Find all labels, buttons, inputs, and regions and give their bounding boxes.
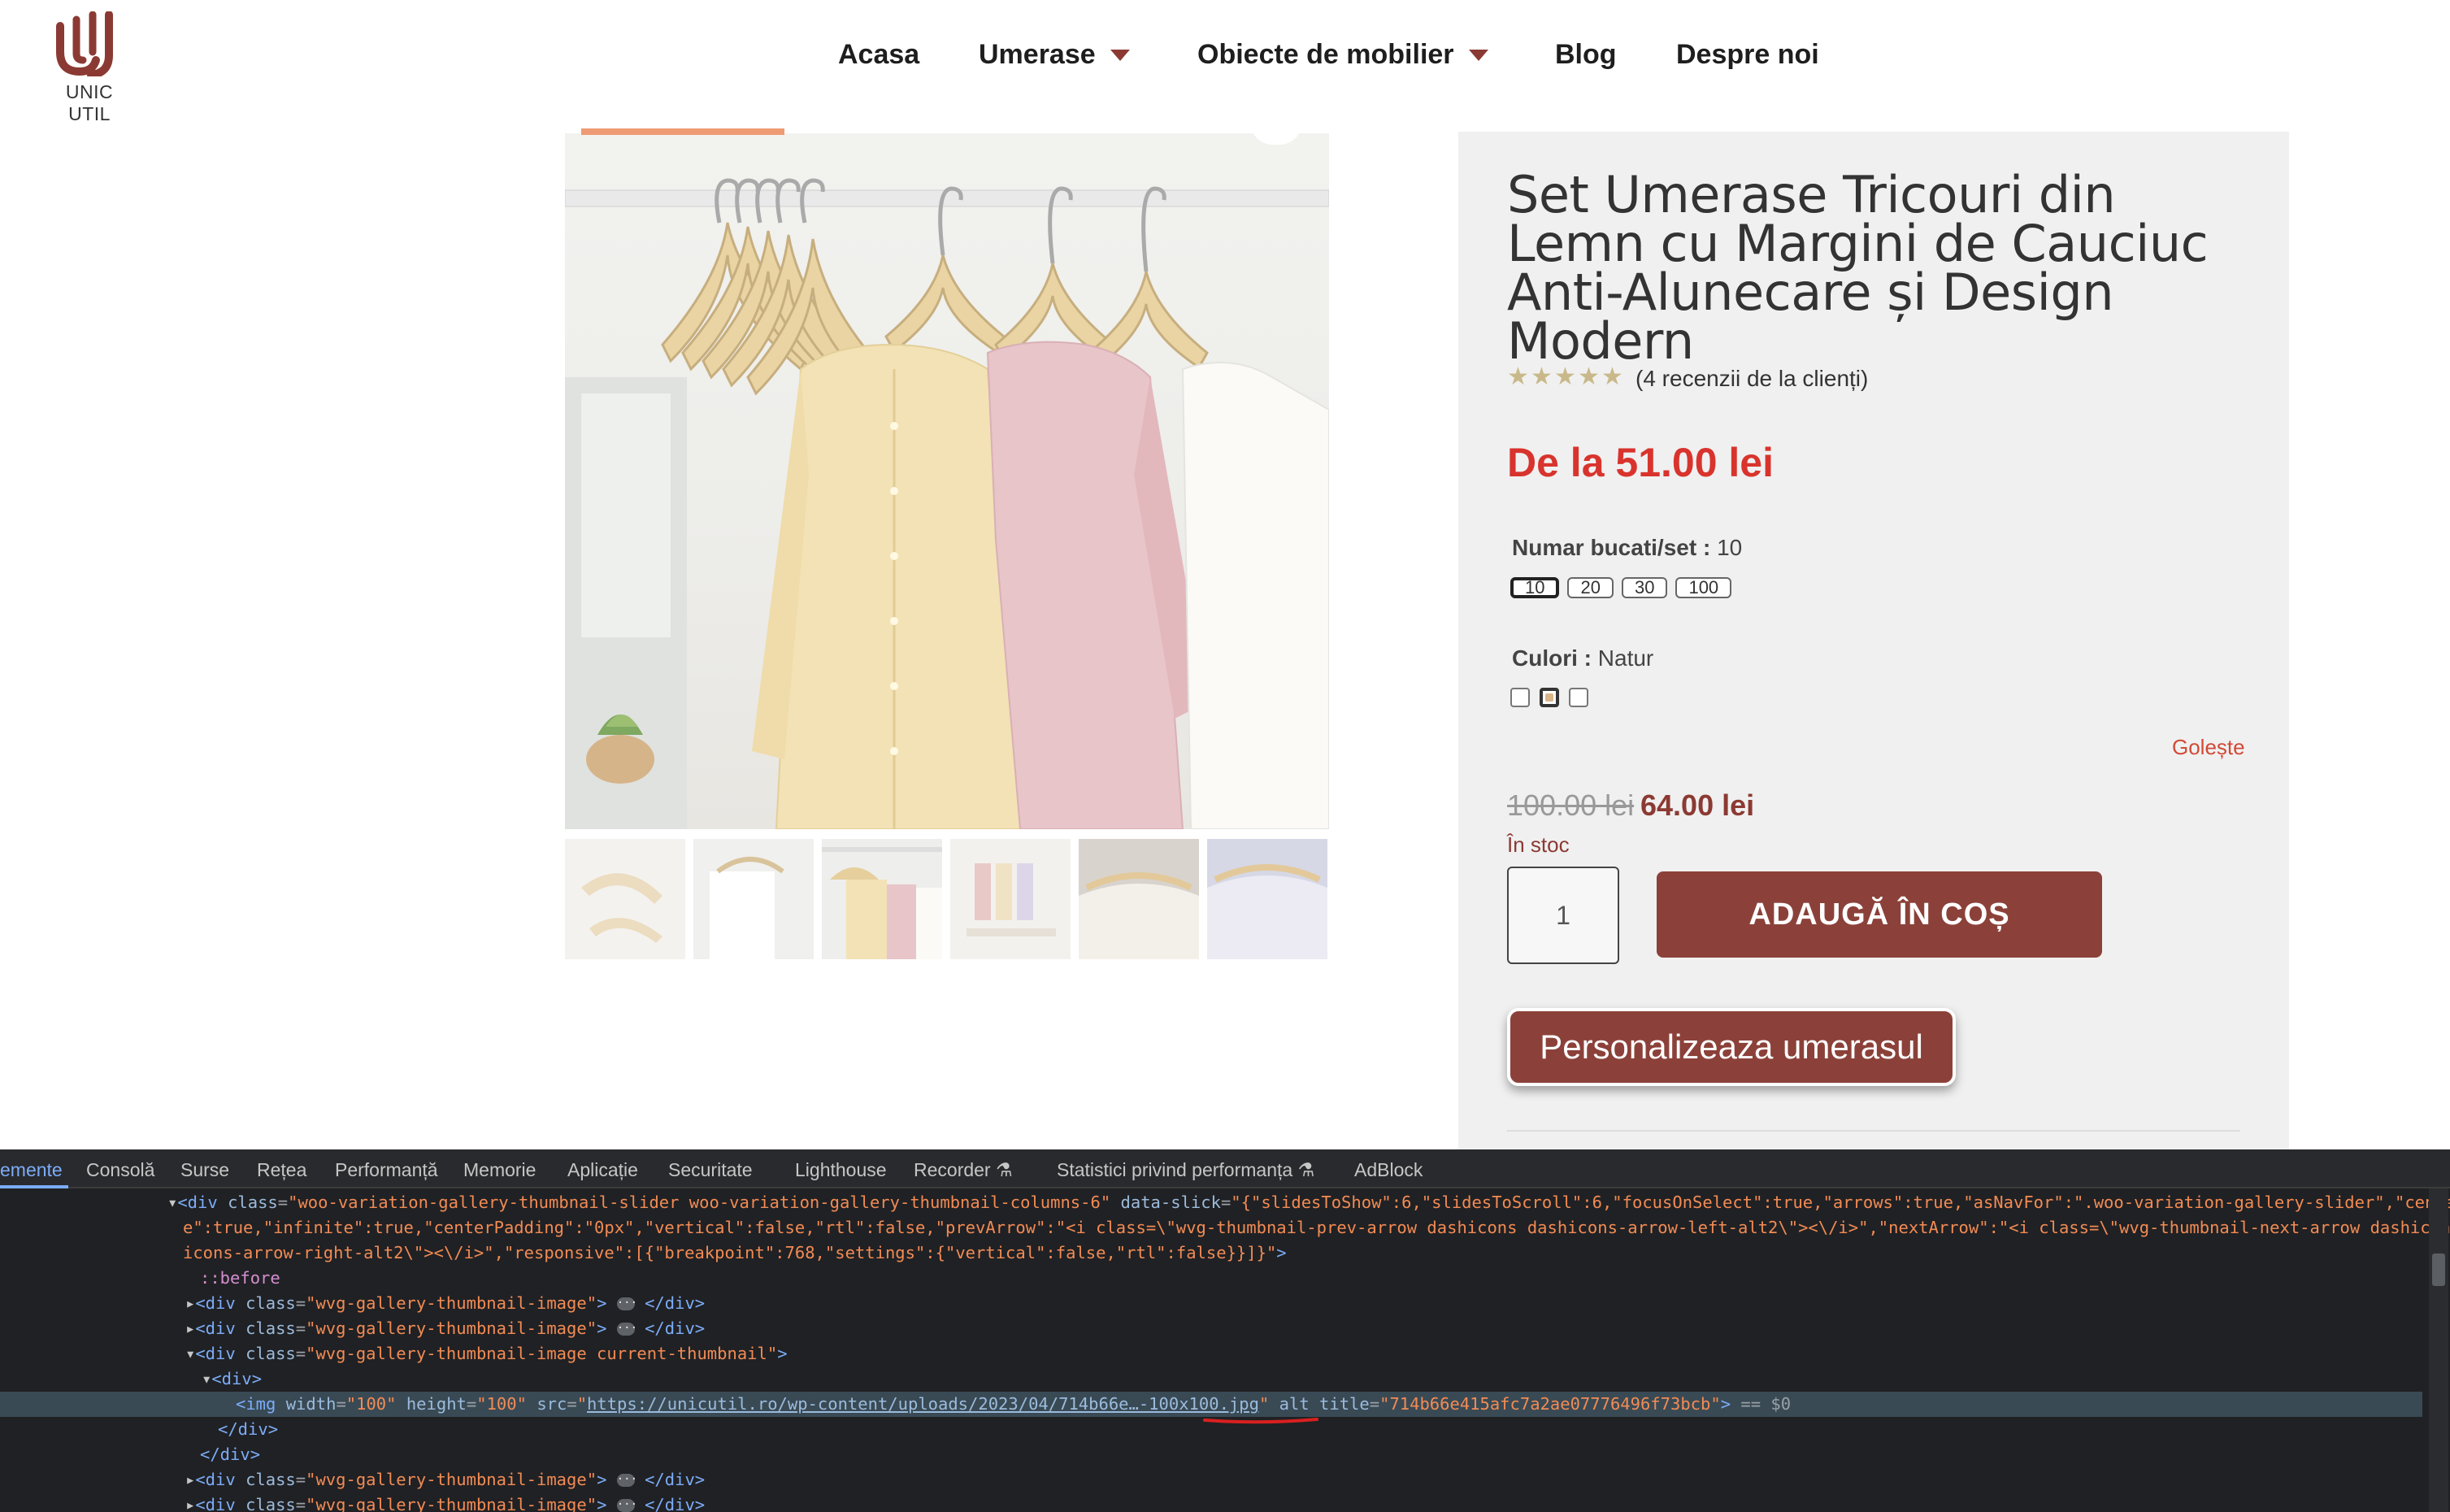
- caret-down-icon: [1110, 49, 1130, 61]
- tab-elements[interactable]: emente: [0, 1159, 63, 1181]
- color-attribute-label: Culori : Natur: [1512, 645, 1653, 671]
- scrollbar-thumb[interactable]: [2432, 1253, 2445, 1286]
- star-icon: ★: [1507, 363, 1529, 390]
- size-option-30[interactable]: 30: [1621, 577, 1668, 598]
- star-icon: ★: [1554, 363, 1576, 390]
- elements-dom-tree: ▾<div class="woo-variation-gallery-thumb…: [0, 1188, 2450, 1512]
- nav-item-blog[interactable]: Blog: [1555, 39, 1617, 71]
- add-to-cart-button[interactable]: ADAUGĂ ÎN COȘ: [1657, 871, 2102, 958]
- attribute-separator: :: [1583, 645, 1592, 671]
- red-annotation-underline: [1203, 1418, 1318, 1424]
- star-icon: ★: [1531, 363, 1553, 390]
- star-rating[interactable]: ★ ★ ★ ★ ★: [1507, 363, 1624, 390]
- dom-line-slider-continued: icons-arrow-right-alt2\"><\/i>","respons…: [183, 1243, 1287, 1262]
- devtools-panel: emente Consolă Surse Rețea Performanță M…: [0, 1149, 2450, 1512]
- dom-line-thumbnail[interactable]: ▸<div class="wvg-gallery-thumbnail-image…: [0, 1467, 2422, 1492]
- color-option[interactable]: [1569, 688, 1588, 707]
- nav-label: Acasa: [838, 39, 920, 70]
- devtools-tabbar: emente Consolă Surse Rețea Performanță M…: [0, 1149, 2450, 1188]
- thumbnail-image: [1079, 839, 1199, 959]
- stock-status: În stoc: [1507, 832, 1570, 857]
- gallery-thumbnail[interactable]: [565, 839, 685, 959]
- price-range: De la 51.00 lei: [1507, 440, 1775, 485]
- size-attribute-label: Numar bucati/set : 10: [1512, 535, 1742, 561]
- nav-item-acasa[interactable]: Acasa: [838, 39, 919, 71]
- size-swatches: 10 20 30 100: [1510, 577, 1732, 598]
- nav-label: Umerase: [979, 39, 1096, 70]
- gallery-thumbnail[interactable]: [693, 839, 814, 959]
- color-option-natur[interactable]: [1540, 688, 1559, 707]
- reviews-link[interactable]: (4 recenzii de la clienți): [1636, 366, 1868, 392]
- thumbnail-image: [822, 839, 942, 959]
- gallery-thumbnail[interactable]: [1079, 839, 1199, 959]
- tab-security[interactable]: Securitate: [668, 1159, 753, 1181]
- reset-variations-link[interactable]: Golește: [2172, 735, 2245, 760]
- nav-item-umerase[interactable]: Umerase: [979, 39, 1130, 71]
- color-option[interactable]: [1510, 688, 1530, 707]
- gallery-thumbnail[interactable]: [1207, 839, 1327, 959]
- gallery-thumbnail[interactable]: [950, 839, 1071, 959]
- dom-line-inner-div[interactable]: ▾<div>: [0, 1366, 2422, 1392]
- divider: [1507, 1130, 2240, 1132]
- dom-line-thumbnail[interactable]: ▸<div class="wvg-gallery-thumbnail-image…: [0, 1291, 2422, 1316]
- dom-line-img-selected[interactable]: <img width="100" height="100" src="https…: [0, 1392, 2422, 1417]
- dom-line-slider-continued: e":true,"infinite":true,"centerPadding":…: [183, 1218, 2450, 1237]
- site-logo[interactable]: UNIC UTIL: [42, 11, 137, 124]
- product-title: Set Umerase Tricouri din Lemn cu Margini…: [1507, 165, 2209, 371]
- gallery-thumbnails: [565, 839, 1329, 959]
- nav-label: Obiecte de mobilier: [1197, 39, 1454, 70]
- nav-item-despre-noi[interactable]: Despre noi: [1676, 39, 1819, 71]
- tab-sources[interactable]: Surse: [180, 1159, 229, 1181]
- caret-down-icon: [1468, 49, 1488, 61]
- tab-network[interactable]: Rețea: [257, 1159, 306, 1181]
- personalize-hanger-button[interactable]: Personalizeaza umerasul: [1507, 1008, 1956, 1086]
- nav-label: Despre noi: [1676, 39, 1819, 70]
- old-price: 100.00 lei: [1507, 789, 1635, 822]
- size-option-20[interactable]: 20: [1567, 577, 1614, 598]
- star-icon: ★: [1601, 363, 1623, 390]
- tab-performance[interactable]: Performanță: [335, 1159, 438, 1181]
- quantity-input[interactable]: [1507, 867, 1619, 964]
- product-main-image[interactable]: [565, 133, 1329, 829]
- img-src-link[interactable]: https://unicutil.ro/wp-content/uploads/2…: [587, 1394, 1259, 1414]
- sale-price: 64.00 lei: [1640, 789, 1755, 822]
- attribute-value: 10: [1717, 535, 1743, 560]
- nav-item-obiecte-de-mobilier[interactable]: Obiecte de mobilier: [1197, 39, 1488, 71]
- hangers-with-clothes-illustration: [565, 178, 1329, 829]
- size-option-100[interactable]: 100: [1675, 577, 1732, 598]
- devtools-scrollbar[interactable]: [2429, 1188, 2448, 1512]
- star-icon: ★: [1578, 363, 1600, 390]
- dom-line-close-div[interactable]: </div>: [0, 1442, 2422, 1467]
- nav-label: Blog: [1555, 39, 1617, 70]
- gallery-thumbnail-current[interactable]: [822, 839, 942, 959]
- sale-ribbon: [581, 128, 784, 135]
- dom-line-pseudo-before[interactable]: ::before: [0, 1266, 2422, 1291]
- tab-lighthouse[interactable]: Lighthouse: [795, 1159, 887, 1181]
- tab-recorder[interactable]: Recorder ⚗: [914, 1159, 1013, 1181]
- size-option-10[interactable]: 10: [1510, 577, 1560, 598]
- dom-line-thumbnail[interactable]: ▸<div class="wvg-gallery-thumbnail-image…: [0, 1316, 2422, 1341]
- thumbnail-image: [565, 839, 685, 959]
- color-swatches: [1510, 688, 1588, 707]
- logo-text: UNIC UTIL: [65, 81, 114, 124]
- dom-line-slider-open[interactable]: ▾<div class="woo-variation-gallery-thumb…: [0, 1190, 2450, 1215]
- logo-mark-icon: [56, 11, 113, 76]
- thumbnail-image: [1207, 839, 1327, 959]
- tab-adblock[interactable]: AdBlock: [1354, 1159, 1423, 1181]
- dom-line-current-thumbnail[interactable]: ▾<div class="wvg-gallery-thumbnail-image…: [0, 1341, 2422, 1366]
- attribute-separator: :: [1702, 535, 1711, 560]
- tab-console[interactable]: Consolă: [86, 1159, 154, 1181]
- tab-performance-insights[interactable]: Statistici privind performanța ⚗: [1057, 1159, 1314, 1181]
- attribute-name: Numar bucati/set: [1512, 535, 1697, 560]
- attribute-name: Culori: [1512, 645, 1578, 671]
- dom-line-thumbnail[interactable]: ▸<div class="wvg-gallery-thumbnail-image…: [0, 1492, 2422, 1512]
- thumbnail-image: [950, 839, 1071, 959]
- attribute-value: Natur: [1597, 645, 1654, 671]
- tab-memory[interactable]: Memorie: [463, 1159, 536, 1181]
- tab-application[interactable]: Aplicație: [567, 1159, 638, 1181]
- thumbnail-image: [693, 839, 814, 959]
- expand-triangle-icon[interactable]: ▾: [167, 1193, 177, 1212]
